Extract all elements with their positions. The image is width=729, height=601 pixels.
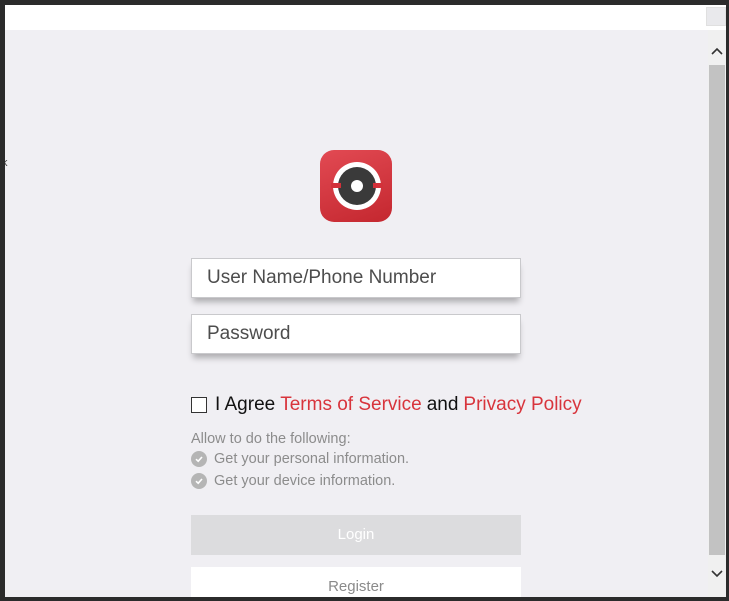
permission-item: Get your device information. (191, 473, 395, 489)
password-input[interactable]: Password (191, 314, 521, 354)
close-button[interactable] (706, 7, 726, 26)
scroll-thumb[interactable] (709, 65, 725, 555)
vertical-scrollbar[interactable] (708, 30, 726, 597)
check-circle-icon (191, 451, 207, 467)
camera-lens-icon (331, 162, 383, 210)
clipped-text: k (5, 157, 8, 169)
login-panel: k User Name/Phone Number Password I Agre… (5, 30, 708, 597)
username-input[interactable]: User Name/Phone Number (191, 258, 521, 298)
agree-label: I Agree (215, 394, 276, 415)
agree-and-label: and (426, 394, 459, 415)
app-logo (320, 150, 392, 222)
privacy-link[interactable]: Privacy Policy (463, 394, 581, 416)
scroll-down-icon[interactable] (708, 565, 726, 583)
permission-item: Get your personal information. (191, 451, 409, 467)
login-button[interactable]: Login (191, 515, 521, 555)
permission-label: Get your personal information. (214, 451, 410, 467)
terms-link[interactable]: Terms of Service (280, 394, 421, 416)
check-circle-icon (191, 473, 207, 489)
permission-label: Get your device information. (214, 473, 396, 489)
scroll-up-icon[interactable] (708, 42, 726, 60)
agreement-row: I Agree Terms of Service and Privacy Pol… (191, 394, 582, 416)
app-window: k User Name/Phone Number Password I Agre… (5, 5, 726, 597)
title-bar (5, 5, 726, 30)
permissions-title: Allow to do the following: (191, 431, 351, 447)
register-button[interactable]: Register (191, 567, 521, 597)
agree-checkbox[interactable] (191, 397, 207, 413)
